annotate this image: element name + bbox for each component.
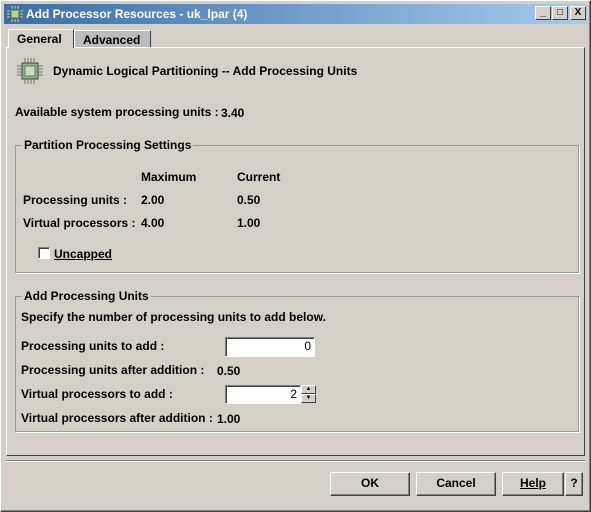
processing-units-current: 0.50 — [237, 193, 261, 207]
processor-chip-icon — [7, 6, 23, 22]
virtual-processors-spinner: ▲ ▼ — [301, 385, 316, 403]
window-title: Add Processor Resources - uk_lpar (4) — [26, 7, 248, 21]
add-units-title: Add Processing Units — [22, 289, 151, 303]
maximum-column-header: Maximum — [141, 170, 197, 184]
processor-chip-icon — [17, 58, 43, 84]
available-units-value: 3.40 — [221, 106, 245, 120]
uncapped-label-text: Uncapped — [54, 247, 113, 261]
dialog-window: Add Processor Resources - uk_lpar (4) _ … — [0, 0, 591, 512]
maximize-button[interactable]: □ — [552, 6, 568, 20]
add-units-instruction: Specify the number of processing units t… — [21, 310, 326, 324]
cancel-button[interactable]: Cancel — [416, 472, 496, 496]
spin-down-button[interactable]: ▼ — [301, 394, 316, 403]
processing-units-to-add-label: Processing units to add : — [21, 339, 165, 353]
virtual-processors-after-label: Virtual processors after addition : — [21, 411, 213, 425]
current-column-header: Current — [237, 170, 281, 184]
virtual-processors-label: Virtual processors : — [23, 216, 136, 230]
tab-advanced[interactable]: Advanced — [74, 30, 151, 47]
general-tab-panel: Dynamic Logical Partitioning -- Add Proc… — [6, 47, 585, 456]
processing-units-label: Processing units : — [23, 193, 128, 207]
available-units-label: Available system processing units : — [15, 105, 219, 119]
virtual-processors-to-add-label: Virtual processors to add : — [21, 387, 173, 401]
button-separator — [6, 460, 585, 462]
tab-general[interactable]: General — [8, 29, 74, 48]
processing-units-maximum: 2.00 — [141, 193, 165, 207]
help-button-label: Help — [519, 476, 546, 490]
virtual-processors-to-add-input[interactable]: 2 — [225, 385, 301, 404]
spin-up-button[interactable]: ▲ — [301, 385, 316, 394]
partition-settings-group: Partition Processing Settings Maximum Cu… — [15, 138, 579, 273]
ok-button[interactable]: OK — [330, 472, 410, 496]
uncapped-checkbox[interactable] — [38, 247, 50, 259]
minimize-button[interactable]: _ — [535, 6, 551, 20]
add-processing-units-group: Add Processing Units Specify the number … — [15, 289, 579, 432]
partition-settings-title: Partition Processing Settings — [22, 138, 194, 152]
processing-units-after-value: 0.50 — [217, 364, 241, 378]
virtual-processors-maximum: 4.00 — [141, 216, 165, 230]
uncapped-label[interactable]: Uncapped — [54, 247, 112, 261]
virtual-processors-current: 1.00 — [237, 216, 261, 230]
help-button[interactable]: Help — [502, 472, 564, 496]
title-bar[interactable]: Add Processor Resources - uk_lpar (4) _ … — [4, 4, 587, 24]
panel-heading: Dynamic Logical Partitioning -- Add Proc… — [53, 64, 358, 78]
processing-units-after-label: Processing units after addition : — [21, 363, 205, 377]
context-help-button[interactable]: ? — [565, 472, 583, 496]
close-button[interactable]: X — [570, 6, 586, 20]
virtual-processors-after-value: 1.00 — [217, 412, 241, 426]
processing-units-to-add-input[interactable]: 0 — [225, 337, 315, 357]
